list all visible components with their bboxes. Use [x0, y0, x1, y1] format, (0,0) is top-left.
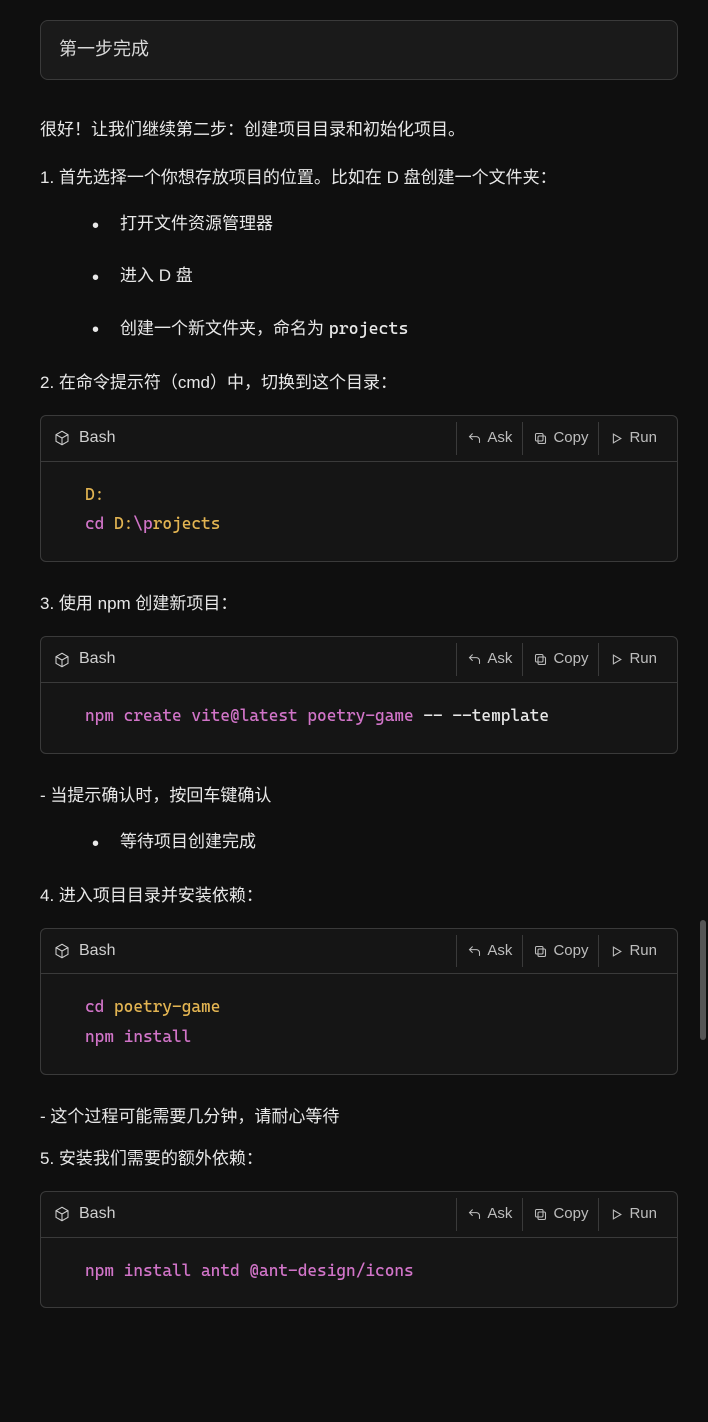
step-3-text: 3. 使用 npm 创建新项目：: [40, 590, 678, 618]
user-message-text: 第一步完成: [59, 39, 149, 59]
play-icon: [609, 431, 624, 446]
code-language-label: Bash: [53, 425, 115, 451]
list-item: 打开文件资源管理器: [92, 210, 678, 238]
code-actions: Ask Copy Run: [456, 1198, 667, 1231]
code-block: Bash Ask Copy Run npm install antd @ant-…: [40, 1191, 678, 1308]
list-item: 等待项目创建完成: [92, 828, 678, 856]
step-4-text: 4. 进入项目目录并安装依赖：: [40, 882, 678, 910]
step-3-bullets: 等待项目创建完成: [92, 828, 678, 856]
step-1-bullets: 打开文件资源管理器 进入 D 盘 创建一个新文件夹，命名为 projects: [92, 210, 678, 343]
ask-button[interactable]: Ask: [456, 1198, 522, 1231]
cube-icon: [53, 942, 71, 960]
run-button[interactable]: Run: [598, 1198, 667, 1231]
copy-icon: [533, 431, 548, 446]
code-block: Bash Ask Copy Run D: cd D:\projects: [40, 415, 678, 562]
play-icon: [609, 944, 624, 959]
step-3-after: - 当提示确认时，按回车键确认: [40, 782, 678, 810]
cube-icon: [53, 1205, 71, 1223]
step-5-text: 5. 安装我们需要的额外依赖：: [40, 1145, 678, 1173]
play-icon: [609, 652, 624, 667]
ask-button[interactable]: Ask: [456, 935, 522, 968]
step-4-after: - 这个过程可能需要几分钟，请耐心等待: [40, 1103, 678, 1131]
ask-button[interactable]: Ask: [456, 643, 522, 676]
code-language-label: Bash: [53, 646, 115, 672]
list-item: 创建一个新文件夹，命名为 projects: [92, 314, 678, 343]
user-message-box: 第一步完成: [40, 20, 678, 80]
run-button[interactable]: Run: [598, 422, 667, 455]
copy-icon: [533, 1207, 548, 1222]
step-1-text: 1. 首先选择一个你想存放项目的位置。比如在 D 盘创建一个文件夹：: [40, 164, 678, 192]
reply-icon: [467, 431, 482, 446]
code-language-label: Bash: [53, 1201, 115, 1227]
copy-button[interactable]: Copy: [522, 1198, 598, 1231]
code-header: Bash Ask Copy Run: [41, 929, 677, 975]
reply-icon: [467, 652, 482, 667]
inline-code: projects: [329, 318, 409, 338]
assistant-intro: 很好！让我们继续第二步：创建项目目录和初始化项目。: [40, 116, 678, 144]
code-block: Bash Ask Copy Run npm create vite@latest…: [40, 636, 678, 753]
copy-button[interactable]: Copy: [522, 643, 598, 676]
copy-icon: [533, 652, 548, 667]
step-2-text: 2. 在命令提示符（cmd）中，切换到这个目录：: [40, 369, 678, 397]
cube-icon: [53, 651, 71, 669]
code-header: Bash Ask Copy Run: [41, 1192, 677, 1238]
code-header: Bash Ask Copy Run: [41, 416, 677, 462]
copy-button[interactable]: Copy: [522, 422, 598, 455]
code-actions: Ask Copy Run: [456, 935, 667, 968]
copy-icon: [533, 944, 548, 959]
assistant-message: 很好！让我们继续第二步：创建项目目录和初始化项目。 1. 首先选择一个你想存放项…: [40, 116, 678, 1309]
reply-icon: [467, 944, 482, 959]
code-content[interactable]: npm create vite@latest poetry-game -- --…: [41, 683, 677, 753]
run-button[interactable]: Run: [598, 935, 667, 968]
code-language-label: Bash: [53, 938, 115, 964]
cube-icon: [53, 429, 71, 447]
ask-button[interactable]: Ask: [456, 422, 522, 455]
code-actions: Ask Copy Run: [456, 422, 667, 455]
code-block: Bash Ask Copy Run cd poetry-game npm ins…: [40, 928, 678, 1075]
list-item: 进入 D 盘: [92, 262, 678, 290]
scrollbar-thumb[interactable]: [700, 920, 706, 1040]
code-content[interactable]: D: cd D:\projects: [41, 462, 677, 561]
code-content[interactable]: cd poetry-game npm install: [41, 974, 677, 1073]
run-button[interactable]: Run: [598, 643, 667, 676]
code-content[interactable]: npm install antd @ant-design/icons: [41, 1238, 677, 1308]
code-header: Bash Ask Copy Run: [41, 637, 677, 683]
copy-button[interactable]: Copy: [522, 935, 598, 968]
reply-icon: [467, 1207, 482, 1222]
play-icon: [609, 1207, 624, 1222]
code-actions: Ask Copy Run: [456, 643, 667, 676]
